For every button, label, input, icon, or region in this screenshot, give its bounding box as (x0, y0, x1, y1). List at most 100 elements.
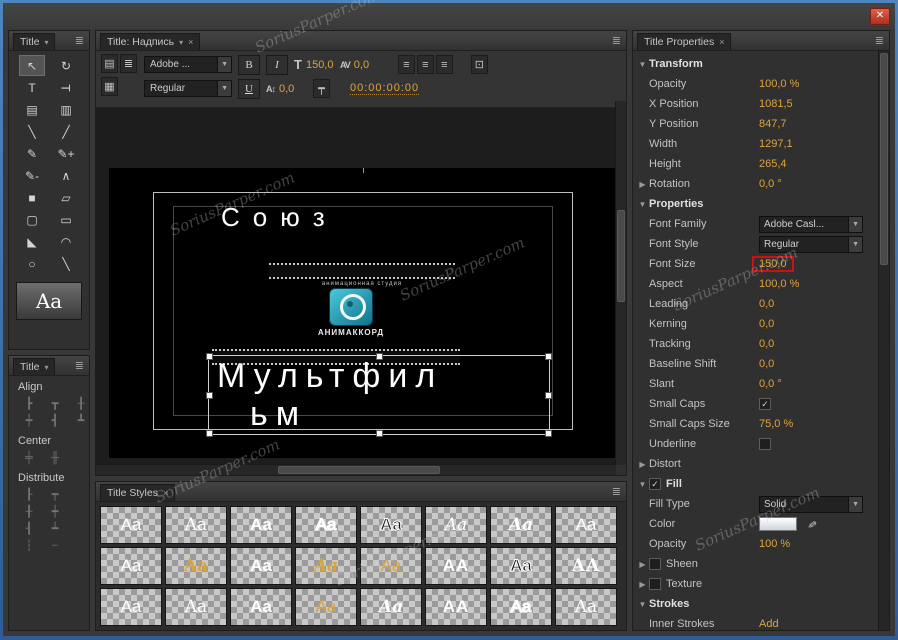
style-swatch[interactable]: Aa (360, 588, 422, 626)
canvas-vertical-scrollbar[interactable] (615, 101, 626, 465)
scrollbar-thumb[interactable] (880, 53, 888, 265)
selection-handle[interactable] (206, 430, 213, 437)
kerning-control[interactable]: AV 0,0 (340, 59, 382, 71)
group-texture[interactable]: ▶ Texture ▼ (636, 574, 877, 594)
style-swatch[interactable]: Aa (165, 547, 227, 585)
style-swatch[interactable]: Aa (230, 588, 292, 626)
twisty-icon[interactable]: ▼ (636, 600, 649, 609)
prop-baseline-shift[interactable]: Baseline Shift 0,0 0,0 ▼ ✎ (636, 354, 877, 374)
checkbox[interactable] (649, 558, 661, 570)
group-distort[interactable]: ▶ Distort ▼ (636, 454, 877, 474)
distribute-horizontal-right-icon[interactable]: ┨ (21, 522, 37, 535)
path-type-tool[interactable]: ╲ (19, 121, 45, 142)
filmstrip-graphic-top[interactable] (269, 263, 455, 279)
panel-menu-icon[interactable]: ≣ (75, 34, 85, 47)
add-anchor-point-tool[interactable]: ✎+ (53, 143, 79, 164)
paragraph-align-right-icon[interactable]: ≡ (435, 55, 453, 74)
type-tool[interactable]: T (19, 77, 45, 98)
font-size-value[interactable]: 150,0 (306, 59, 334, 71)
canvas-horizontal-scrollbar[interactable] (96, 464, 616, 475)
property-value[interactable]: 0,0 (759, 298, 774, 310)
style-swatch[interactable]: Aa (425, 506, 487, 544)
checkbox[interactable] (759, 438, 771, 450)
color-swatch[interactable] (759, 517, 797, 531)
selection-tool[interactable]: ↖ (19, 55, 45, 76)
panel-menu-icon[interactable]: ≣ (875, 34, 885, 47)
leading-control[interactable]: A↕ 0,0 (266, 83, 307, 95)
style-swatch[interactable]: Aa (295, 506, 357, 544)
arc-tool[interactable]: ◠ (53, 231, 79, 252)
rounded-corner-rectangle-tool[interactable]: ▢ (19, 209, 45, 230)
align-panel-tab[interactable]: Title ▾ (13, 358, 56, 375)
title-canvas[interactable]: Союз анимационная студия АНИМАККОРД Муль… (96, 108, 616, 465)
align-vertical-center-icon[interactable]: ┿ (21, 414, 37, 427)
group-fill[interactable]: ▼ ✓ Fill ✓ ▼ (636, 474, 877, 494)
align-vertical-top-icon[interactable]: ┳ (47, 397, 63, 410)
property-value[interactable]: 150,0 (752, 256, 794, 272)
title-text-multfilm-line2[interactable]: ьм (250, 395, 307, 434)
rectangle-tool[interactable]: ■ (19, 187, 45, 208)
group-sheen[interactable]: ▶ Sheen ▼ (636, 554, 877, 574)
style-swatch[interactable]: Aa (295, 547, 357, 585)
style-swatch[interactable]: Aa (100, 506, 162, 544)
templates-icon[interactable]: ▦ (101, 77, 118, 96)
animakkord-logo[interactable] (330, 289, 372, 325)
area-type-tool[interactable]: ▤ (19, 99, 45, 120)
twisty-icon[interactable]: ▼ (636, 200, 649, 209)
selection-handle[interactable] (545, 353, 552, 360)
style-swatch[interactable]: AA (425, 547, 487, 585)
selection-handle[interactable] (376, 430, 383, 437)
property-value[interactable]: 100 % (759, 538, 790, 550)
prop-tracking[interactable]: Tracking 0,0 0,0 ▼ ✎ (636, 334, 877, 354)
property-value[interactable]: 0,0 (759, 358, 774, 370)
property-value[interactable]: 265,4 (759, 158, 787, 170)
selection-handle[interactable] (545, 392, 552, 399)
prop-inner-strokes[interactable]: Inner Strokes Add Add ▼ ✎ (636, 614, 877, 630)
delete-anchor-point-tool[interactable]: ✎- (19, 165, 45, 186)
prop-opacity[interactable]: Opacity 100,0 % 100,0 % ▼ ✎ (636, 74, 877, 94)
property-value[interactable]: 847,7 (759, 118, 787, 130)
panel-menu-icon[interactable]: ≣ (612, 34, 622, 47)
property-value[interactable]: 75,0 % (759, 418, 793, 430)
style-swatch[interactable]: Aa (490, 506, 552, 544)
prop-small-caps[interactable]: ✓ Small Caps ✓ ▼ (636, 394, 877, 414)
style-swatch[interactable]: Aa (490, 547, 552, 585)
tab-close-icon[interactable]: × (188, 37, 193, 47)
distribute-vertical-even-icon[interactable]: ┄ (47, 539, 63, 552)
show-background-video-icon[interactable]: ⊡ (470, 55, 488, 74)
property-value[interactable]: 100,0 % (759, 278, 799, 290)
property-value[interactable]: Add (759, 618, 779, 630)
style-swatch[interactable]: Aa (555, 588, 617, 626)
font-style-dropdown[interactable]: Regular ▼ (144, 80, 232, 97)
tools-panel-tab[interactable]: Title ▾ (13, 33, 56, 50)
checkbox[interactable] (649, 578, 661, 590)
style-swatch[interactable]: AA (555, 547, 617, 585)
leading-value[interactable]: 0,0 (279, 83, 307, 95)
title-text-multfilm-line1[interactable]: Мультфил (217, 357, 443, 396)
prop-font-size[interactable]: Font Size 150,0 150,0 ▼ ✎ (636, 254, 877, 274)
underline-button[interactable]: U (238, 78, 260, 99)
wedge-tool[interactable]: ◣ (19, 231, 45, 252)
prop-small-caps-size[interactable]: Small Caps Size 75,0 % 75,0 % ▼ (636, 414, 877, 434)
prop-underline[interactable]: Underline ▼ ✎ (636, 434, 877, 454)
ellipse-tool[interactable]: ○ (19, 253, 45, 274)
prop-width[interactable]: Width 1297,1 1297,1 ▼ ✎ (636, 134, 877, 154)
align-horizontal-left-icon[interactable]: ┣ (21, 397, 37, 410)
group-transform[interactable]: ▼ Transform ▼ (636, 54, 877, 74)
twisty-icon[interactable]: ▼ (636, 480, 649, 489)
distribute-vertical-bottom-icon[interactable]: ┷ (47, 522, 63, 535)
designer-tab[interactable]: Title: Надпись ▾ × (100, 33, 201, 50)
vertical-path-type-tool[interactable]: ╱ (53, 121, 79, 142)
round-rectangle-tool[interactable]: ▭ (53, 209, 79, 230)
style-swatch[interactable]: Aa (555, 506, 617, 544)
tab-stops-icon[interactable]: ┯ (313, 79, 330, 98)
panel-menu-icon[interactable]: ≣ (612, 485, 622, 498)
property-value[interactable]: 0,0 ° (759, 378, 782, 390)
style-swatch[interactable]: Aa (360, 547, 422, 585)
selection-handle[interactable] (206, 353, 213, 360)
styles-tab[interactable]: Title Styles × (100, 484, 176, 501)
style-swatch[interactable]: Aa (100, 588, 162, 626)
kerning-value[interactable]: 0,0 (354, 59, 382, 71)
group-strokes[interactable]: ▼ Strokes ▼ (636, 594, 877, 614)
property-value[interactable]: 1297,1 (759, 138, 793, 150)
